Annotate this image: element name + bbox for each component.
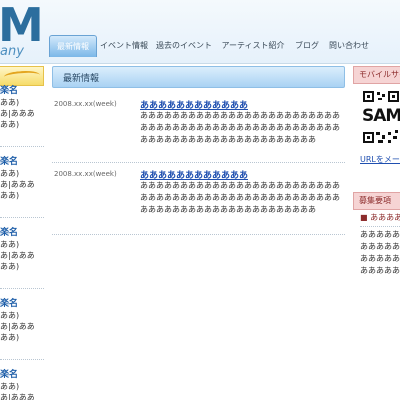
divider <box>52 162 345 163</box>
artist-name-link[interactable]: 楽名 <box>0 299 44 310</box>
news-body: ああああああああああああああああああああああああああああああああああああああああ… <box>140 111 340 144</box>
nav-item-contact[interactable]: 問い合わせ <box>325 35 373 57</box>
divider <box>0 288 44 289</box>
divider <box>0 217 44 218</box>
artist-text: ああ) <box>0 311 20 320</box>
artist-sidebar: 楽名 ああ) あ|あああ ああ) 楽名 ああ) あ|あああ ああ) 楽名 ああ)… <box>0 66 44 400</box>
recruit-item-link[interactable]: ■ あああああ <box>360 212 400 224</box>
artist-entry: 楽名 ああ) あ|あああ ああ) <box>0 157 44 201</box>
news-date: 2008.xx.xx(week) <box>54 170 117 178</box>
artist-text: ああ) <box>0 382 20 391</box>
artist-text: ああ) <box>0 262 20 271</box>
site-header: M any 最新情報 イベント情報 過去のイベント アーティスト紹介 ブログ 問… <box>0 0 400 64</box>
nav-item-blog[interactable]: ブログ <box>289 35 325 57</box>
artist-text: ああ) <box>0 98 20 107</box>
qr-code: SAMP <box>362 90 400 146</box>
news-date: 2008.xx.xx(week) <box>54 100 117 108</box>
nav-item-news[interactable]: 最新情報 <box>49 35 97 57</box>
right-sidebar: モバイルサイト SAMP URLをメールで送る 募集要項 ■ あああああ あああ… <box>353 66 400 400</box>
divider <box>0 146 44 147</box>
artist-text: ああ) <box>0 240 20 249</box>
recruit-text: あああああ <box>360 242 400 251</box>
recruit-text: あああああ <box>360 254 400 263</box>
nav-item-artists[interactable]: アーティスト紹介 <box>217 35 289 57</box>
artist-entry: 楽名 ああ) あ|あああ <box>0 370 44 400</box>
artist-name-link[interactable]: 楽名 <box>0 86 44 97</box>
logo-subtext: any <box>0 44 24 59</box>
logo[interactable]: M <box>0 2 44 48</box>
main-content: 最新情報 2008.xx.xx(week) ああああああああああああ あああああ… <box>52 66 345 400</box>
banner-decoration <box>3 69 41 83</box>
qr-sample-label: SAMP <box>362 107 400 125</box>
artist-entry: 楽名 ああ) あ|あああ ああ) <box>0 299 44 343</box>
artist-text: あ|あああ <box>0 322 35 331</box>
artist-name-link[interactable]: 楽名 <box>0 228 44 239</box>
recruit-text: あああああ <box>360 230 400 239</box>
global-nav: 最新情報 イベント情報 過去のイベント アーティスト紹介 ブログ 問い合わせ <box>49 35 373 57</box>
artist-text: ああ) <box>0 191 20 200</box>
nav-item-past-events[interactable]: 過去のイベント <box>151 35 217 57</box>
artist-name-link[interactable]: 楽名 <box>0 157 44 168</box>
nav-item-events[interactable]: イベント情報 <box>97 35 151 57</box>
artist-entry: 楽名 ああ) あ|あああ ああ) <box>0 86 44 130</box>
artist-text: あ|あああ <box>0 180 35 189</box>
section-title: 最新情報 <box>63 74 100 84</box>
artist-name-link[interactable]: 楽名 <box>0 370 44 381</box>
section-header: 最新情報 <box>52 66 345 88</box>
artist-text: ああ) <box>0 120 20 129</box>
recruit-text: あああああ <box>360 266 400 275</box>
send-url-link[interactable]: URLをメールで送る <box>360 154 400 166</box>
artist-text: ああ) <box>0 333 20 342</box>
artist-text: あ|あああ <box>0 251 35 260</box>
mobile-site-heading: モバイルサイト <box>353 66 400 84</box>
sidebar-banner <box>0 66 44 86</box>
divider <box>360 226 400 227</box>
divider <box>0 359 44 360</box>
recruit-heading: 募集要項 <box>353 192 400 210</box>
divider <box>52 234 345 235</box>
artist-text: あ|あああ <box>0 393 35 400</box>
artist-entry: 楽名 ああ) あ|あああ ああ) <box>0 228 44 272</box>
artist-text: ああ) <box>0 169 20 178</box>
artist-text: あ|あああ <box>0 109 35 118</box>
news-body: ああああああああああああああああああああああああああああああああああああああああ… <box>140 181 340 214</box>
